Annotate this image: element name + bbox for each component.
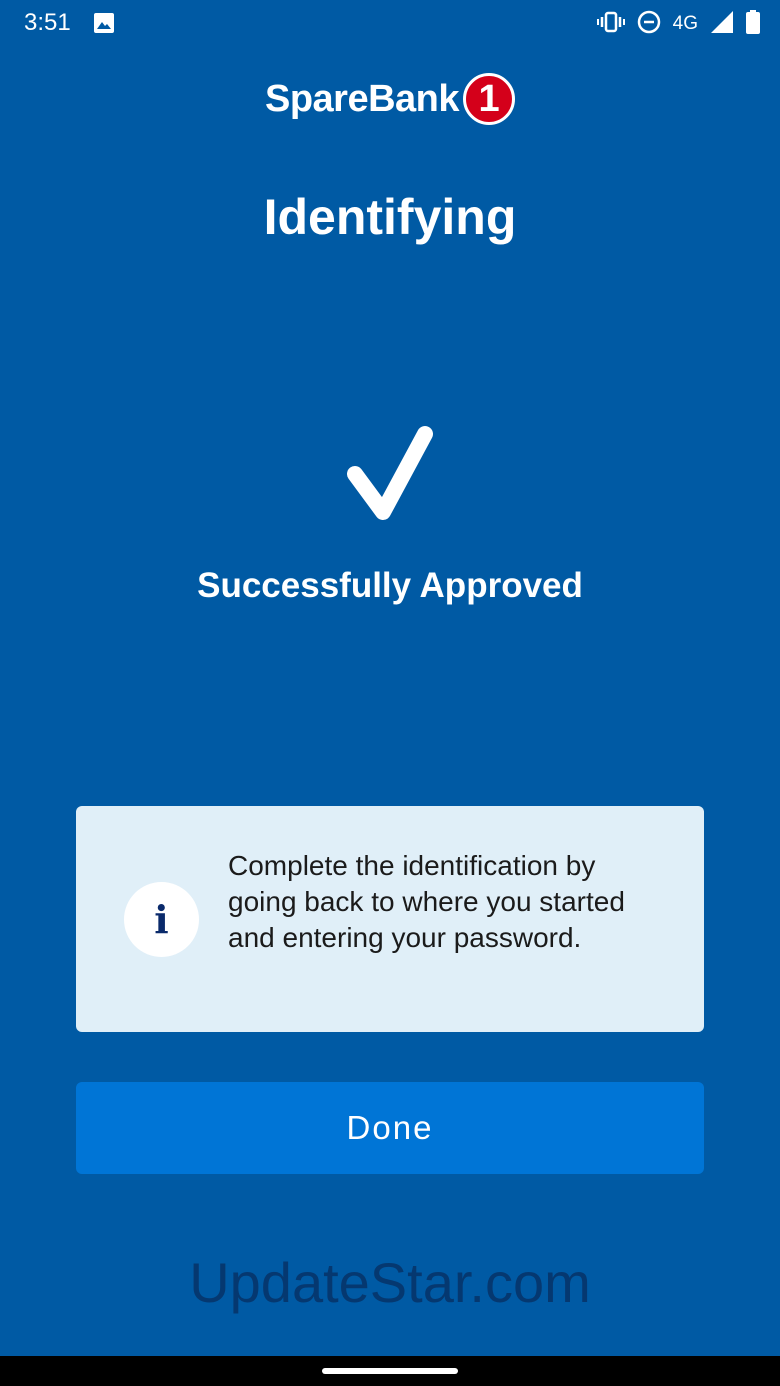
- watermark: UpdateStar.com: [189, 1251, 591, 1314]
- logo-text: SpareBank: [264, 77, 460, 120]
- logo-badge: 1: [463, 73, 516, 125]
- home-indicator[interactable]: [322, 1368, 458, 1374]
- info-message: Complete the identification by going bac…: [228, 850, 625, 953]
- gallery-icon: [93, 12, 115, 39]
- status-message: Successfully Approved: [197, 566, 583, 605]
- signal-icon: [710, 10, 734, 39]
- page-title: Identifying: [263, 189, 517, 245]
- checkmark-icon: [345, 424, 435, 529]
- navigation-bar: [0, 1356, 780, 1386]
- status-bar: 3:51 4G: [0, 0, 780, 48]
- network-label: 4G: [672, 13, 698, 34]
- info-card: i Complete the identification by going b…: [76, 806, 704, 1032]
- do-not-disturb-icon: [637, 10, 661, 39]
- info-icon: i: [124, 882, 199, 957]
- battery-icon: [746, 9, 760, 39]
- status-icons: 4G: [596, 9, 760, 39]
- status-time: 3:51: [24, 9, 71, 36]
- done-button[interactable]: Done: [76, 1082, 704, 1174]
- vibrate-icon: [596, 11, 625, 38]
- sparebank-logo: SpareBank 1: [0, 72, 780, 126]
